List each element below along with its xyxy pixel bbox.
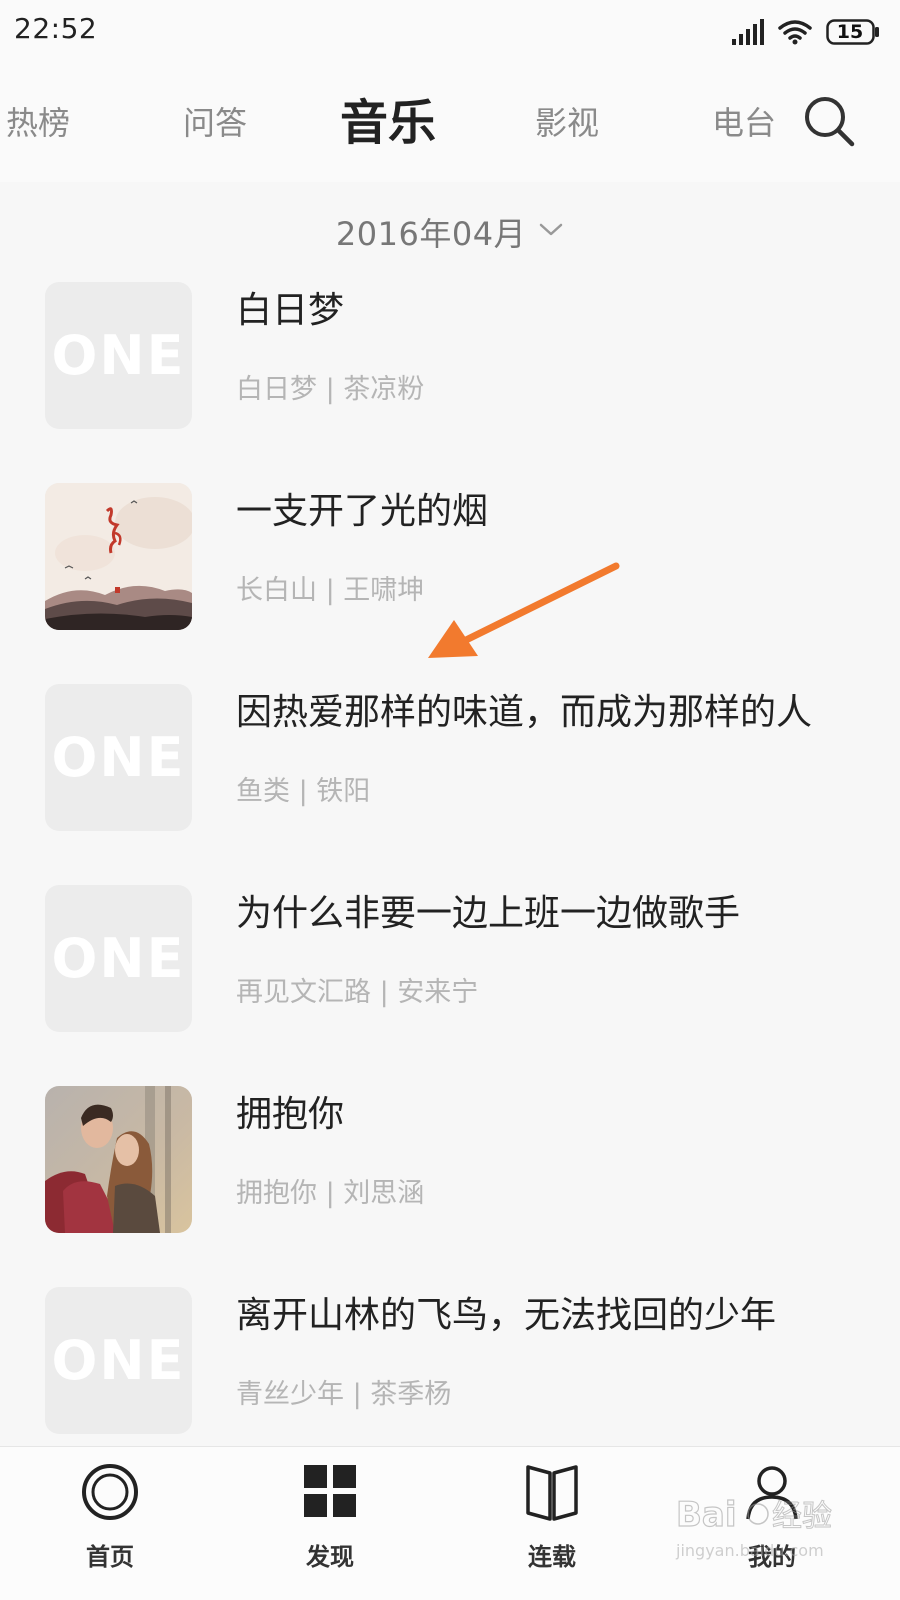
date-selector[interactable]: 2016年04月	[0, 182, 900, 282]
cover-placeholder: ONE	[45, 684, 192, 831]
cover-couple-photo	[45, 1086, 192, 1233]
app-screen: 22:52 15 热榜 问答 音乐 影视 电台 2016年04月 ONE 白日梦…	[0, 0, 900, 1600]
home-ring-icon	[80, 1461, 140, 1523]
item-title: 一支开了光的烟	[236, 491, 489, 532]
one-logo: ONE	[51, 324, 186, 387]
item-title: 因热爱那样的味道，而成为那样的人	[236, 692, 813, 733]
wifi-icon	[778, 19, 812, 45]
battery-icon: 15	[826, 19, 880, 45]
item-subtitle: 再见文汇路 | 安来宁	[236, 977, 479, 1008]
item-title: 白日梦	[236, 290, 345, 331]
music-list: ONE 白日梦 白日梦 | 茶凉粉 一支开了光的烟 长白山 | 王啸坤 ONE …	[0, 282, 900, 1488]
item-subtitle: 青丝少年 | 茶季杨	[236, 1379, 452, 1410]
nav-mine[interactable]: 我的	[712, 1461, 832, 1591]
item-subtitle: 鱼类 | 铁阳	[236, 776, 371, 807]
status-time: 22:52	[14, 12, 98, 45]
item-title: 为什么非要一边上班一边做歌手	[236, 893, 741, 934]
tab-hot[interactable]: 热榜	[6, 64, 70, 182]
cover-placeholder: ONE	[45, 282, 192, 429]
item-title: 离开山林的飞鸟，无法找回的少年	[236, 1295, 777, 1336]
tab-music[interactable]: 音乐	[340, 64, 436, 182]
list-item[interactable]: 拥抱你 拥抱你 | 刘思涵	[0, 1086, 900, 1287]
list-item[interactable]: 一支开了光的烟 长白山 | 王啸坤	[0, 483, 900, 684]
one-logo: ONE	[51, 1329, 186, 1392]
nav-discover[interactable]: 发现	[270, 1461, 390, 1591]
cover-landscape-image	[45, 483, 192, 630]
top-tab-bar: 热榜 问答 音乐 影视 电台	[0, 64, 900, 182]
tab-radio[interactable]: 电台	[712, 64, 776, 182]
signal-icon	[732, 19, 764, 45]
item-subtitle: 长白山 | 王啸坤	[236, 575, 425, 606]
person-icon	[742, 1461, 802, 1523]
one-logo: ONE	[51, 927, 186, 990]
list-item[interactable]: ONE 为什么非要一边上班一边做歌手 再见文汇路 | 安来宁	[0, 885, 900, 1086]
list-item[interactable]: ONE 白日梦 白日梦 | 茶凉粉	[0, 282, 900, 483]
bottom-nav: 首页 发现 连载 我的	[0, 1446, 900, 1600]
nav-discover-label: 发现	[306, 1543, 354, 1571]
item-subtitle: 拥抱你 | 刘思涵	[236, 1178, 425, 1209]
item-title: 拥抱你	[236, 1094, 345, 1135]
battery-level: 15	[836, 21, 864, 43]
book-icon	[522, 1461, 582, 1523]
grid-icon	[300, 1461, 360, 1523]
nav-mine-label: 我的	[748, 1543, 796, 1571]
nav-home[interactable]: 首页	[50, 1461, 170, 1591]
tab-movies[interactable]: 影视	[535, 64, 599, 182]
item-subtitle: 白日梦 | 茶凉粉	[236, 374, 425, 405]
nav-serial-label: 连载	[528, 1543, 576, 1571]
list-item[interactable]: ONE 因热爱那样的味道，而成为那样的人 鱼类 | 铁阳	[0, 684, 900, 885]
cover-placeholder: ONE	[45, 885, 192, 1032]
date-label: 2016年04月	[335, 215, 527, 253]
tab-qa[interactable]: 问答	[183, 64, 247, 182]
chevron-down-icon	[538, 222, 564, 242]
status-icons: 15	[732, 14, 880, 50]
cover-placeholder: ONE	[45, 1287, 192, 1434]
status-bar: 22:52 15	[0, 0, 900, 64]
one-logo: ONE	[51, 726, 186, 789]
search-icon[interactable]	[800, 92, 860, 152]
nav-serial[interactable]: 连载	[492, 1461, 612, 1591]
nav-home-label: 首页	[86, 1543, 134, 1571]
